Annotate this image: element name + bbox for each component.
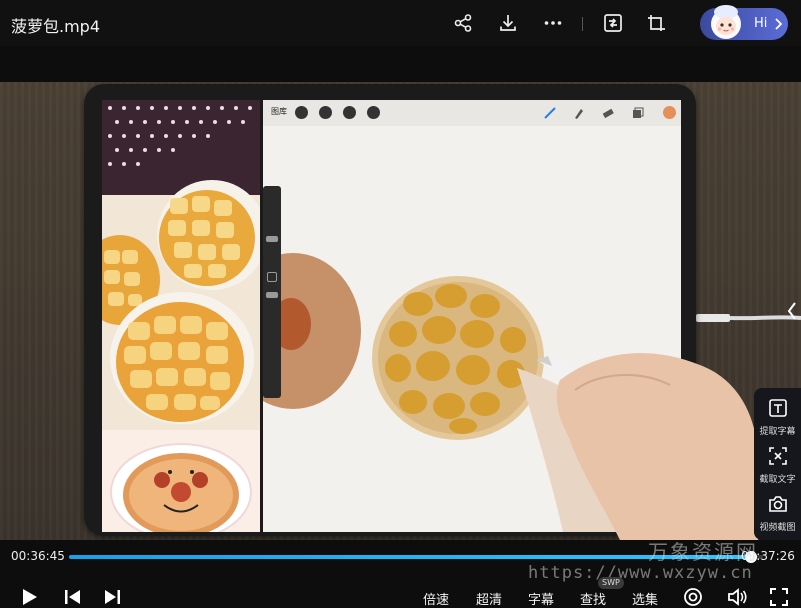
search-badge: SWP <box>598 577 624 589</box>
quality-button[interactable]: 超清 <box>476 589 502 608</box>
extract-subtitle-label: 提取字幕 <box>759 427 796 437</box>
screen-cast-button[interactable] <box>600 10 626 36</box>
side-tool-panel: 提取字幕 截取文字 视频截图 <box>754 388 801 540</box>
subtitle-button[interactable]: 字幕 <box>528 589 554 608</box>
color-icon <box>663 106 676 119</box>
volume-button[interactable] <box>726 586 748 608</box>
smudge-icon <box>575 109 583 119</box>
top-bar: 菠萝包.mp4 Hi <box>0 0 801 46</box>
procreate-toolbar: 图库 <box>263 100 681 126</box>
more-button[interactable] <box>540 10 566 36</box>
share-button[interactable] <box>450 10 476 36</box>
wrench-icon <box>295 106 308 119</box>
more-icon <box>544 21 562 25</box>
slider-handle <box>266 292 278 298</box>
video-screenshot-label: 视频截图 <box>759 523 796 533</box>
assistant-avatar-icon <box>711 5 741 39</box>
painted-bun-illustration <box>263 126 681 532</box>
danmaku-button[interactable] <box>682 586 704 608</box>
screen-cast-icon <box>604 14 622 32</box>
next-button[interactable] <box>101 586 123 608</box>
volume-icon <box>728 588 747 606</box>
brush-size-slider <box>263 186 281 398</box>
capture-text-button[interactable]: 截取文字 <box>754 440 801 488</box>
download-icon <box>500 15 516 31</box>
end-time: 00:37:26 <box>741 549 795 563</box>
extract-subtitle-button[interactable]: 提取字幕 <box>754 392 801 440</box>
procreate-gallery-label: 图库 <box>271 107 287 116</box>
brush-icon <box>544 107 556 119</box>
pineapple-bun-photo <box>102 100 260 532</box>
fullscreen-button[interactable] <box>768 586 790 608</box>
mini-window-icon <box>648 15 665 31</box>
modify-button-icon <box>267 272 277 282</box>
panel-collapse-icon[interactable] <box>786 300 798 322</box>
slider-handle <box>266 236 278 242</box>
assistant-label: Hi <box>754 16 768 31</box>
magic-wand-icon <box>319 106 332 119</box>
fullscreen-icon <box>770 588 788 606</box>
download-button[interactable] <box>495 10 521 36</box>
previous-button[interactable] <box>62 586 84 608</box>
drawing-canvas <box>263 126 681 532</box>
transform-icon <box>367 106 380 119</box>
capture-text-label: 截取文字 <box>759 475 796 485</box>
previous-icon <box>65 590 80 604</box>
eraser-icon <box>602 108 614 119</box>
mini-window-button[interactable] <box>643 10 669 36</box>
reference-photo <box>102 100 260 532</box>
layers-icon <box>633 107 644 118</box>
subtitle-extract-icon <box>769 399 787 417</box>
camera-icon <box>769 496 787 512</box>
text-capture-icon <box>769 447 787 465</box>
watermark-url: https://www.wxzyw.cn <box>528 563 753 583</box>
share-icon <box>454 14 472 32</box>
toolbar-separator <box>582 17 583 31</box>
current-time: 00:36:45 <box>11 549 65 563</box>
chevron-right-icon <box>775 18 783 30</box>
video-title: 菠萝包.mp4 <box>11 17 101 36</box>
episodes-button[interactable]: 选集 <box>632 589 658 608</box>
search-button[interactable]: 查找 <box>580 589 606 608</box>
play-button[interactable] <box>18 586 40 608</box>
video-screenshot-button[interactable]: 视频截图 <box>754 488 801 536</box>
target-icon <box>684 588 702 606</box>
selection-icon <box>343 106 356 119</box>
play-icon <box>23 589 37 605</box>
next-icon <box>105 590 120 604</box>
speed-button[interactable]: 倍速 <box>423 589 449 608</box>
assistant-button[interactable]: Hi <box>700 5 788 40</box>
